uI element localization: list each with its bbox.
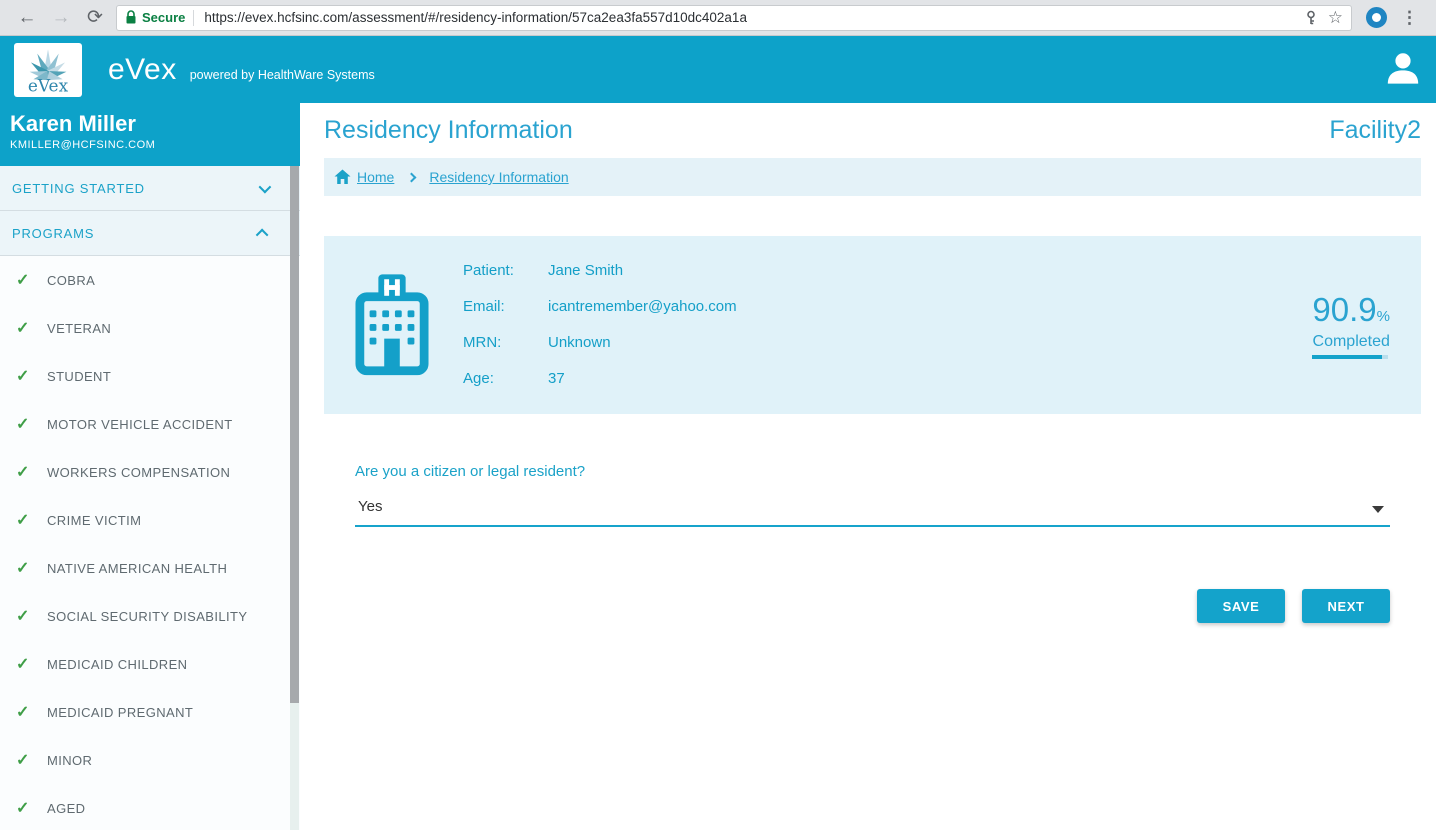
next-button[interactable]: NEXT bbox=[1302, 589, 1390, 623]
sidebar-user-card: Karen Miller KMILLER@HCFSINC.COM bbox=[0, 103, 300, 166]
sidebar-item-native-american-health[interactable]: ✓ NATIVE AMERICAN HEALTH bbox=[0, 544, 300, 592]
sidebar: Karen Miller KMILLER@HCFSINC.COM GETTING… bbox=[0, 103, 300, 830]
sidebar-item-cobra[interactable]: ✓ COBRA bbox=[0, 256, 300, 304]
check-icon: ✓ bbox=[16, 606, 47, 626]
browser-toolbar: ← → ⟳ Secure https://evex.hcfsinc.com/as… bbox=[0, 0, 1436, 36]
citizen-resident-select[interactable]: Yes bbox=[355, 495, 1390, 527]
sidebar-section-programs[interactable]: PROGRAMS bbox=[0, 211, 300, 256]
breadcrumb-current-link[interactable]: Residency Information bbox=[429, 169, 568, 185]
select-value: Yes bbox=[358, 498, 382, 515]
completion-label: Completed bbox=[1312, 333, 1390, 351]
chevron-down-icon bbox=[259, 180, 272, 193]
check-icon: ✓ bbox=[16, 702, 47, 722]
sidebar-item-student[interactable]: ✓ STUDENT bbox=[0, 352, 300, 400]
check-icon: ✓ bbox=[16, 462, 47, 482]
patient-row: Email: icantremember@yahoo.com bbox=[463, 296, 737, 318]
check-icon: ✓ bbox=[16, 366, 47, 386]
chevron-up-icon bbox=[256, 228, 269, 241]
evex-logo-star-icon: eVex bbox=[16, 44, 80, 96]
url-text[interactable]: https://evex.hcfsinc.com/assessment/#/re… bbox=[204, 10, 1295, 25]
sidebar-item-workers-compensation[interactable]: ✓ WORKERS COMPENSATION bbox=[0, 448, 300, 496]
patient-value: Unknown bbox=[548, 332, 611, 354]
check-icon: ✓ bbox=[16, 558, 47, 578]
patient-value: Jane Smith bbox=[548, 260, 623, 282]
evex-logo: eVex bbox=[14, 43, 82, 97]
check-icon: ✓ bbox=[16, 798, 47, 818]
check-icon: ✓ bbox=[16, 750, 47, 770]
home-icon[interactable] bbox=[334, 169, 351, 185]
sidebar-item-crime-victim[interactable]: ✓ CRIME VICTIM bbox=[0, 496, 300, 544]
refresh-icon[interactable]: ⟳ bbox=[78, 3, 112, 33]
patient-label: MRN: bbox=[463, 332, 548, 354]
back-icon[interactable]: ← bbox=[10, 3, 44, 33]
sidebar-scrollbar-thumb[interactable] bbox=[290, 166, 299, 703]
sidebar-item-veteran[interactable]: ✓ VETERAN bbox=[0, 304, 300, 352]
user-account-button[interactable] bbox=[1384, 48, 1422, 91]
sidebar-item-aged[interactable]: ✓ AGED bbox=[0, 784, 300, 830]
patient-row: MRN: Unknown bbox=[463, 332, 737, 354]
app-header: eVex eVex powered by HealthWare Systems bbox=[0, 36, 1436, 103]
patient-row: Patient: Jane Smith bbox=[463, 260, 737, 282]
check-icon: ✓ bbox=[16, 510, 47, 530]
check-icon: ✓ bbox=[16, 318, 47, 338]
patient-label: Age: bbox=[463, 368, 548, 390]
patient-row: Age: 37 bbox=[463, 368, 737, 390]
key-icon[interactable] bbox=[1304, 10, 1318, 26]
lock-icon bbox=[125, 10, 137, 25]
forward-icon[interactable]: → bbox=[44, 3, 78, 33]
svg-text:eVex: eVex bbox=[28, 75, 69, 95]
section-label: GETTING STARTED bbox=[12, 181, 145, 196]
sidebar-item-minor[interactable]: ✓ MINOR bbox=[0, 736, 300, 784]
chevron-right-icon bbox=[407, 172, 417, 182]
progress-bar bbox=[1312, 355, 1388, 359]
hospital-icon bbox=[355, 272, 429, 378]
question-label: Are you a citizen or legal resident? bbox=[355, 463, 1390, 480]
breadcrumb: Home Residency Information bbox=[324, 158, 1421, 196]
bookmark-star-icon[interactable]: ☆ bbox=[1328, 9, 1343, 26]
secure-label: Secure bbox=[142, 10, 185, 25]
sidebar-item-medicaid-children[interactable]: ✓ MEDICAID CHILDREN bbox=[0, 640, 300, 688]
sidebar-section-getting-started[interactable]: GETTING STARTED bbox=[0, 166, 300, 211]
user-name: Karen Miller bbox=[10, 111, 300, 137]
page-title: Residency Information bbox=[324, 116, 573, 145]
patient-label: Patient: bbox=[463, 260, 548, 282]
patient-value: 37 bbox=[548, 368, 565, 390]
sidebar-scrollbar-track[interactable] bbox=[290, 166, 299, 830]
patient-label: Email: bbox=[463, 296, 548, 318]
address-bar[interactable]: Secure https://evex.hcfsinc.com/assessme… bbox=[116, 5, 1352, 31]
completion-status: 90.9% Completed bbox=[1312, 291, 1390, 359]
brand-tagline: powered by HealthWare Systems bbox=[190, 68, 375, 82]
completion-percent: 90.9 bbox=[1312, 291, 1376, 328]
patient-summary-card: Patient: Jane Smith Email: icantremember… bbox=[324, 236, 1421, 414]
check-icon: ✓ bbox=[16, 414, 47, 434]
sidebar-item-social-security-disability[interactable]: ✓ SOCIAL SECURITY DISABILITY bbox=[0, 592, 300, 640]
patient-value: icantremember@yahoo.com bbox=[548, 296, 737, 318]
progress-bar-fill bbox=[1312, 355, 1381, 359]
check-icon: ✓ bbox=[16, 270, 47, 290]
dropdown-arrow-icon bbox=[1372, 506, 1384, 513]
section-label: PROGRAMS bbox=[12, 226, 94, 241]
url-separator bbox=[193, 10, 194, 26]
person-icon bbox=[1384, 48, 1422, 86]
extension-icon[interactable] bbox=[1366, 7, 1387, 28]
facility-label: Facility2 bbox=[1329, 116, 1421, 145]
browser-menu-icon[interactable]: ⋮ bbox=[1393, 8, 1426, 28]
sidebar-item-medicaid-pregnant[interactable]: ✓ MEDICAID PREGNANT bbox=[0, 688, 300, 736]
breadcrumb-home-link[interactable]: Home bbox=[357, 169, 394, 185]
sidebar-item-motor-vehicle-accident[interactable]: ✓ MOTOR VEHICLE ACCIDENT bbox=[0, 400, 300, 448]
check-icon: ✓ bbox=[16, 654, 47, 674]
save-button[interactable]: SAVE bbox=[1197, 589, 1285, 623]
main-content: Residency Information Facility2 Home Res… bbox=[300, 103, 1436, 830]
brand-name: eVex bbox=[108, 53, 177, 87]
user-email: KMILLER@HCFSINC.COM bbox=[10, 139, 300, 151]
percent-sign: % bbox=[1377, 308, 1390, 325]
